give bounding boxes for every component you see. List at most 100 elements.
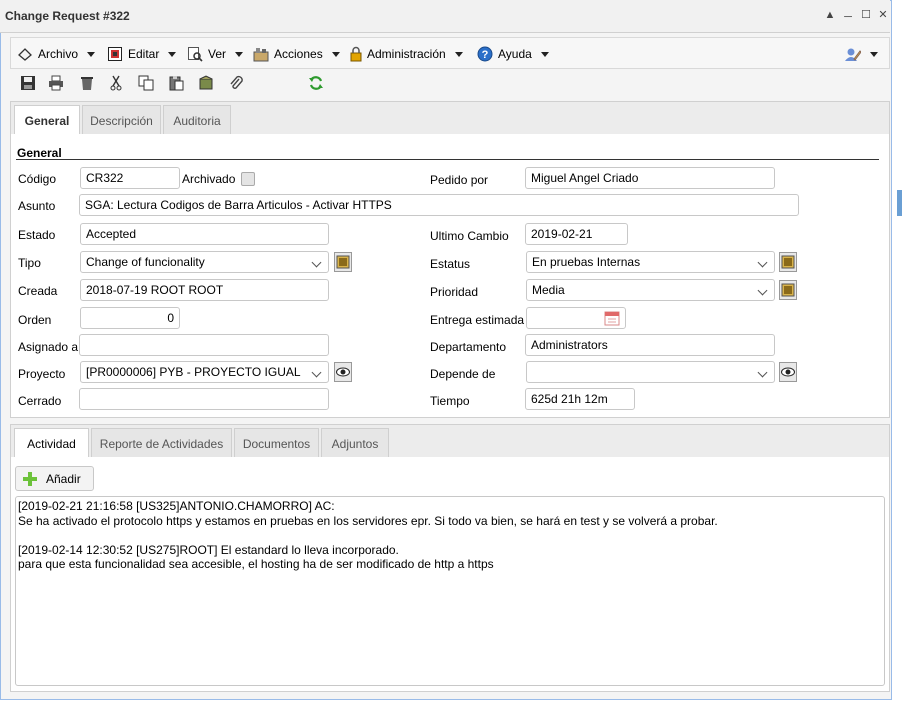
maximize-icon[interactable]: ☐ <box>860 9 872 21</box>
prioridad-select[interactable]: Media <box>526 279 775 301</box>
title-bar: Change Request #322 ▲ ─ ☐ ✕ <box>0 0 890 33</box>
chevron-down-icon <box>540 51 549 57</box>
proyecto-label: Proyecto <box>18 367 66 381</box>
grid-picker-icon <box>781 255 795 269</box>
collapse-icon[interactable]: ▲ <box>824 9 836 21</box>
menu-bar: Archivo Editar Ver Acciones Administraci… <box>10 37 890 69</box>
pedido-label: Pedido por <box>430 173 489 187</box>
close-icon[interactable]: ✕ <box>877 9 889 21</box>
chevron-down-icon <box>168 51 177 57</box>
main-tabbar: General Descripción Auditoria <box>10 101 890 136</box>
prioridad-label: Prioridad <box>430 285 479 299</box>
print-icon[interactable] <box>48 75 64 91</box>
depende-label: Depende de <box>430 367 496 381</box>
tiempo-label: Tiempo <box>430 394 470 408</box>
estado-field[interactable]: Accepted <box>80 223 329 245</box>
departamento-label: Departamento <box>430 340 507 354</box>
log-line: [2019-02-14 12:30:52 [US275]ROOT] El est… <box>18 542 399 557</box>
chevron-down-icon <box>757 257 768 268</box>
estado-label: Estado <box>18 228 56 242</box>
grid-picker-icon <box>336 255 350 269</box>
plus-icon <box>23 471 37 486</box>
asunto-field[interactable]: SGA: Lectura Codigos de Barra Articulos … <box>79 194 799 216</box>
codigo-label: Código <box>18 172 57 186</box>
eye-icon <box>781 367 795 377</box>
proyecto-view-button[interactable] <box>334 362 352 382</box>
chevron-down-icon <box>870 51 878 57</box>
ultimo-cambio-field[interactable]: 2019-02-21 <box>525 223 628 245</box>
prioridad-picker-button[interactable] <box>779 280 797 300</box>
creada-field[interactable]: 2018-07-19 ROOT ROOT <box>80 279 329 301</box>
tab-general[interactable]: General <box>14 105 80 136</box>
estatus-select[interactable]: En pruebas Internas <box>526 251 775 273</box>
cerrado-field[interactable] <box>79 388 329 410</box>
calendar-icon[interactable] <box>604 310 620 326</box>
menu-ayuda[interactable]: ? Ayuda <box>477 45 549 63</box>
view-icon <box>188 47 203 62</box>
orden-field[interactable]: 0 <box>80 307 180 329</box>
orden-label: Orden <box>18 313 52 327</box>
svg-text:?: ? <box>482 49 489 61</box>
lock-icon <box>350 46 362 62</box>
chevron-down-icon <box>311 257 322 268</box>
depende-select[interactable] <box>526 361 775 383</box>
ultimo-cambio-label: Ultimo Cambio <box>430 229 509 243</box>
log-line: para que esta funcionalidad sea accesibl… <box>18 557 494 571</box>
grid-picker-icon <box>781 283 795 297</box>
depende-view-button[interactable] <box>779 362 797 382</box>
tab-actividad[interactable]: Actividad <box>14 428 89 459</box>
menu-editar[interactable]: Editar <box>107 45 177 63</box>
asunto-label: Asunto <box>18 199 56 213</box>
save-icon[interactable] <box>20 75 36 91</box>
cerrado-label: Cerrado <box>18 394 62 408</box>
tipo-select[interactable]: Change of funcionality <box>80 251 329 273</box>
minimize-icon[interactable]: ─ <box>842 11 854 23</box>
chevron-down-icon <box>757 367 768 378</box>
tab-auditoria[interactable]: Auditoria <box>163 105 231 135</box>
chevron-down-icon <box>311 367 322 378</box>
cut-icon[interactable] <box>108 75 124 91</box>
departamento-field[interactable]: Administrators <box>525 334 775 356</box>
chevron-down-icon <box>331 51 340 57</box>
tipo-label: Tipo <box>18 256 41 270</box>
codigo-field[interactable]: CR322 <box>80 167 180 189</box>
toolbar <box>10 70 890 98</box>
log-line: Se ha activado el protocolo https y esta… <box>18 513 718 528</box>
copy-icon[interactable] <box>138 75 154 91</box>
asignado-label: Asignado a <box>18 340 79 354</box>
activity-log[interactable]: [2019-02-21 21:16:58 [US325]ANTONIO.CHAM… <box>15 496 885 686</box>
archivado-checkbox[interactable] <box>241 172 255 186</box>
archivado-label: Archivado <box>182 172 236 186</box>
tab-reporte-actividades[interactable]: Reporte de Actividades <box>91 428 232 458</box>
attach-icon[interactable] <box>228 75 244 91</box>
package-icon[interactable] <box>198 75 214 91</box>
tab-descripcion[interactable]: Descripción <box>82 105 161 135</box>
menu-archivo[interactable]: Archivo <box>17 45 96 63</box>
section-divider <box>16 159 879 160</box>
log-line: [2019-02-21 21:16:58 [US325]ANTONIO.CHAM… <box>18 499 335 513</box>
tab-adjuntos[interactable]: Adjuntos <box>321 428 389 458</box>
edit-icon <box>108 47 122 61</box>
add-activity-button[interactable]: Añadir <box>15 466 94 491</box>
menu-administracion[interactable]: Administración <box>350 45 463 63</box>
refresh-icon[interactable] <box>308 75 324 91</box>
edge-scroll-handle <box>897 190 902 216</box>
paste-icon[interactable] <box>168 75 184 91</box>
activity-tabbar: Actividad Reporte de Actividades Documen… <box>10 424 890 459</box>
tab-documentos[interactable]: Documentos <box>234 428 319 458</box>
delete-icon[interactable] <box>79 75 95 91</box>
chevron-down-icon <box>757 285 768 296</box>
creada-label: Creada <box>18 284 58 298</box>
tiempo-field[interactable]: 625d 21h 12m <box>525 388 635 410</box>
proyecto-select[interactable]: [PR0000006] PYB - PROYECTO IGUAL <box>80 361 329 383</box>
estatus-label: Estatus <box>430 257 471 271</box>
pedido-field[interactable]: Miguel Angel Criado <box>525 167 775 189</box>
asignado-field[interactable] <box>79 334 329 356</box>
eye-icon <box>336 367 350 377</box>
menu-ver[interactable]: Ver <box>187 45 244 63</box>
estatus-picker-button[interactable] <box>779 252 797 272</box>
user-menu[interactable] <box>845 45 878 63</box>
tipo-picker-button[interactable] <box>334 252 352 272</box>
menu-acciones[interactable]: Acciones <box>253 45 340 63</box>
